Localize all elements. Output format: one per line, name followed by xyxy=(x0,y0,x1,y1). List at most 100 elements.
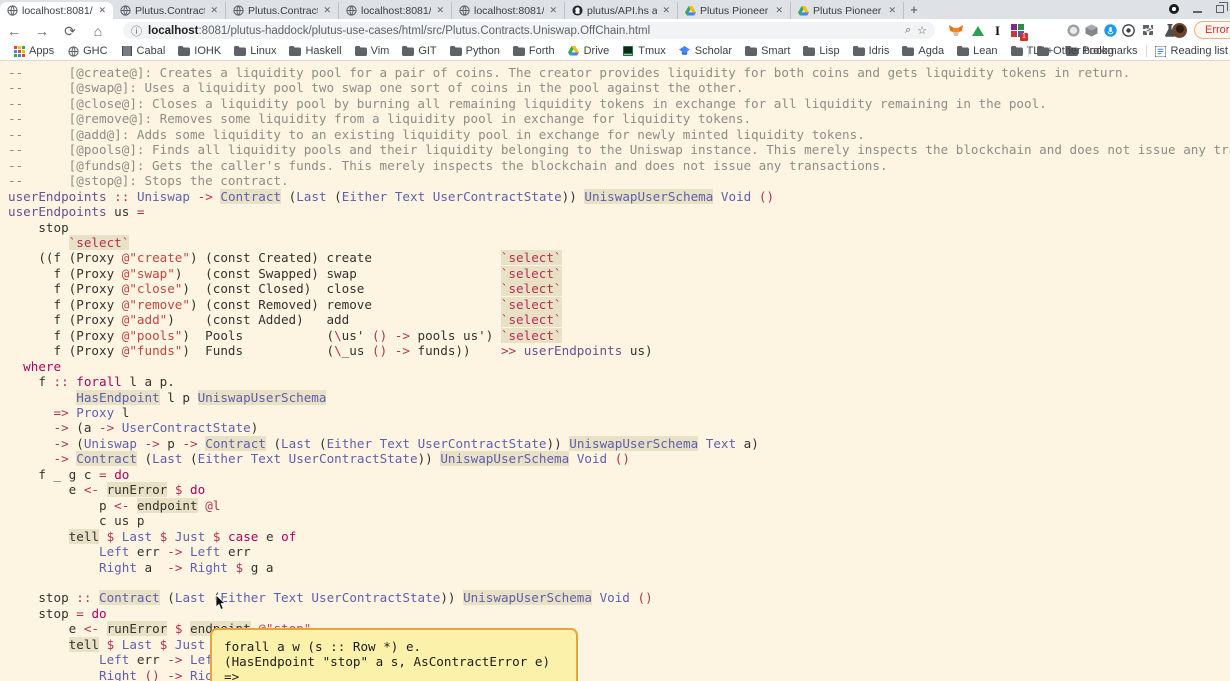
code-token: stop xyxy=(8,590,77,606)
forward-button[interactable]: → xyxy=(28,21,56,41)
tab-close-icon[interactable]: ✕ xyxy=(887,5,897,16)
code-line: userEndpoints :: Uniswap -> Contract (La… xyxy=(8,188,1230,204)
code-token[interactable]: Contract xyxy=(76,451,137,467)
zoom-icon[interactable]: ⌕ xyxy=(905,24,911,37)
tab-close-icon[interactable]: ✕ xyxy=(322,5,332,16)
tab-close-icon[interactable]: ✕ xyxy=(548,5,558,16)
code-token[interactable]: Contract xyxy=(220,188,282,204)
new-tab-button[interactable]: + xyxy=(904,2,924,19)
tab-close-icon[interactable]: ✕ xyxy=(435,5,445,16)
bookmark-star-icon[interactable]: ☆ xyxy=(917,24,927,37)
code-line: -- [@pools@]: Finds all liquidity pools … xyxy=(8,142,1230,157)
bookmark-item[interactable]: Linux xyxy=(234,45,276,57)
bookmark-item[interactable]: Haskell xyxy=(289,45,342,57)
tab-close-icon[interactable]: ✕ xyxy=(661,5,671,16)
browser-tab[interactable]: localhost:8081/plutu✕ xyxy=(0,2,113,19)
bookmark-item[interactable]: Lean xyxy=(957,45,998,57)
code-token[interactable]: `select` xyxy=(500,281,562,297)
code-token[interactable]: `select` xyxy=(500,296,562,312)
metamask-extension-icon[interactable] xyxy=(946,21,965,40)
circle-a-extension-icon[interactable] xyxy=(1119,21,1138,40)
tab-close-icon[interactable]: ✕ xyxy=(209,5,219,16)
code-token[interactable]: `select` xyxy=(500,265,562,281)
reload-button[interactable]: ⟳ xyxy=(56,21,84,41)
code-token[interactable]: UniswapUserSchema xyxy=(463,590,592,606)
code-token[interactable]: Contract xyxy=(205,435,266,451)
bookmark-item[interactable]: Idris xyxy=(852,45,889,57)
browser-tab[interactable]: Plutus Pioneer Progr ✕ xyxy=(791,2,904,19)
reading-list-button[interactable]: Reading list xyxy=(1155,45,1228,57)
bookmark-item[interactable]: Apps xyxy=(13,45,54,57)
code-token[interactable]: runError xyxy=(106,621,168,637)
home-button[interactable]: ⌂ xyxy=(84,21,112,41)
bookmark-item[interactable]: Forth xyxy=(512,45,555,57)
code-token: us' xyxy=(341,327,372,343)
bookmark-item[interactable]: GIT xyxy=(402,45,437,57)
code-token: g a xyxy=(243,559,274,575)
browser-tab[interactable]: Plutus.Contracts.Uni✕ xyxy=(113,2,226,19)
code-token[interactable]: `select` xyxy=(500,250,562,266)
profile-avatar[interactable] xyxy=(1172,23,1187,38)
bookmark-item[interactable]: Smart xyxy=(745,45,790,57)
code-line: stop xyxy=(8,220,1230,235)
bookmark-item[interactable]: Cabal xyxy=(121,45,165,57)
grey-circle-extension-icon[interactable] xyxy=(1064,21,1083,40)
code-token[interactable]: `select` xyxy=(500,327,562,343)
code-token[interactable]: endpoint xyxy=(136,497,198,513)
code-token[interactable]: `select` xyxy=(500,312,562,328)
tab-close-icon[interactable]: ✕ xyxy=(97,5,107,16)
browser-tab[interactable]: Plutus Pioneer Progr ✕ xyxy=(678,2,791,19)
browser-tab[interactable]: localhost:8081/plutu✕ xyxy=(452,2,565,19)
bookmark-item[interactable]: GHC xyxy=(67,45,108,57)
code-token[interactable]: HasEndpoint xyxy=(76,389,160,405)
code-token: l a p. xyxy=(121,374,175,390)
minimize-button[interactable] xyxy=(1193,11,1202,13)
bookmark-item[interactable]: Vim xyxy=(354,45,389,57)
grid-badge-extension-icon[interactable]: 1 xyxy=(1008,21,1028,41)
code-token[interactable]: tell xyxy=(68,528,100,544)
code-token[interactable]: UniswapUserSchema xyxy=(197,389,327,405)
back-button[interactable]: ← xyxy=(0,21,28,41)
page-info-icon[interactable]: ⓘ xyxy=(131,23,142,39)
bookmark-item[interactable]: Scholar xyxy=(679,45,732,57)
bookmark-item[interactable]: Agda xyxy=(902,45,944,57)
tab-close-icon[interactable]: ✕ xyxy=(774,5,784,16)
bookmark-item[interactable]: Drive xyxy=(568,45,609,57)
browser-menu-icon[interactable]: ⋮ xyxy=(1226,23,1230,37)
green-tri-extension-icon[interactable] xyxy=(968,21,987,40)
bookmark-item[interactable]: IOHK xyxy=(178,45,221,57)
bookmarks-overflow-icon[interactable]: » xyxy=(1014,45,1020,57)
bookmark-item[interactable]: Lisp xyxy=(803,45,840,57)
code-token[interactable]: UniswapUserSchema xyxy=(584,188,714,204)
address-bar[interactable]: ⓘ localhost:8081/plutus-haddock/plutus-u… xyxy=(123,22,935,39)
bookmark-item[interactable]: Python xyxy=(449,45,500,57)
url-text[interactable]: localhost:8081/plutus-haddock/plutus-use… xyxy=(148,25,899,37)
code-line: f (Proxy @"add") (const Added) add `sele… xyxy=(8,312,1230,328)
bookmark-item[interactable]: Tmux xyxy=(622,45,666,57)
other-bookmarks-button[interactable]: Other bookmarks xyxy=(1037,45,1138,57)
puzzle-extension-icon[interactable] xyxy=(1138,21,1157,40)
code-token: )) xyxy=(417,451,441,467)
code-token[interactable]: runError xyxy=(106,482,168,498)
cube-extension-icon[interactable] xyxy=(1082,21,1101,40)
browser-tab[interactable]: Plutus.Contracts.Uni✕ xyxy=(226,2,339,19)
blue-circle-extension-icon[interactable] xyxy=(1101,21,1120,40)
folder-icon xyxy=(354,45,367,57)
letter-i-extension-icon[interactable]: I xyxy=(988,21,1007,40)
code-token[interactable]: `select` xyxy=(68,234,130,250)
browser-tab[interactable]: plutus/API.hs at mas✕ xyxy=(565,2,678,19)
browser-tab[interactable]: localhost:8081/plutu✕ xyxy=(339,2,452,19)
code-token[interactable]: Contract xyxy=(99,590,160,606)
restore-button[interactable] xyxy=(1216,2,1228,13)
code-token[interactable]: UniswapUserSchema xyxy=(569,435,699,451)
code-token[interactable]: tell xyxy=(68,636,100,652)
code-token[interactable]: UniswapUserSchema xyxy=(440,451,570,467)
error-button[interactable]: Error xyxy=(1194,21,1230,39)
url-path: :8081/plutus-haddock/plutus-use-cases/ht… xyxy=(198,24,651,37)
code-token: do xyxy=(190,482,206,498)
